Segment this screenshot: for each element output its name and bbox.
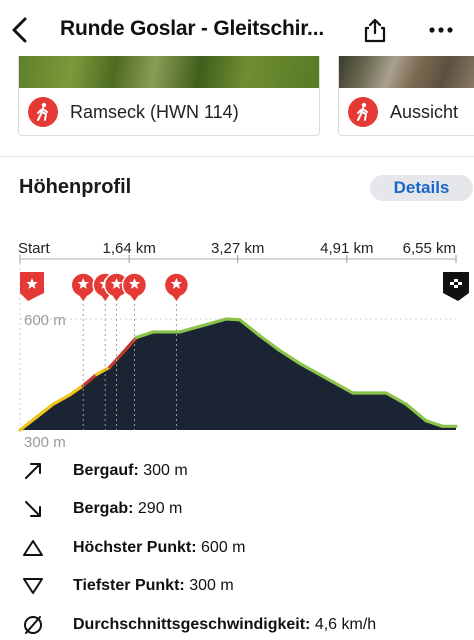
stat-value: 600 m: [201, 539, 246, 556]
stat-label: Tiefster Punkt:: [73, 577, 185, 594]
stat-label: Durchschnittsgeschwindigkeit:: [73, 616, 311, 633]
x-tick-label: 6,55 km: [403, 240, 456, 257]
average-icon: [20, 612, 46, 638]
finish-flag-check: [450, 285, 454, 288]
elevation-line-segment: [224, 317, 242, 322]
poi-card-row: Ramseck (HWN 114): [19, 88, 319, 135]
stat-label: Bergauf:: [73, 462, 139, 479]
stat-descent: Bergab: 290 m: [0, 492, 474, 526]
finish-flag-check: [458, 279, 462, 282]
waypoint-marker-tail: [129, 294, 140, 301]
triangle-down-icon: [20, 573, 46, 599]
details-button[interactable]: Details: [370, 175, 473, 201]
top-bar: Runde Goslar - Gleitschir...: [0, 0, 474, 58]
share-button[interactable]: [360, 14, 390, 46]
x-tick-label: 1,64 km: [102, 240, 155, 257]
stat-value: 300 m: [189, 577, 234, 594]
stat-text: Bergauf: 300 m: [73, 462, 188, 480]
stat-text: Bergab: 290 m: [73, 500, 182, 518]
arrow-up-right-icon: [20, 458, 46, 484]
page-title: Runde Goslar - Gleitschir...: [60, 17, 324, 40]
arrow-down-right-icon: [20, 496, 46, 522]
y-label-min: 300 m: [24, 434, 66, 451]
y-label-max: 600 m: [24, 312, 66, 329]
x-tick-label: Start: [18, 240, 51, 257]
poi-card-label: Aussicht: [390, 101, 459, 122]
section-title: Höhenprofil: [19, 176, 132, 198]
stat-label: Bergab:: [73, 500, 134, 517]
more-button[interactable]: [424, 14, 458, 46]
waypoint-marker-tail: [111, 294, 122, 301]
poi-card-aussicht[interactable]: Aussicht: [338, 56, 474, 136]
poi-card-label: Ramseck (HWN 114): [70, 101, 239, 122]
stat-value: 290 m: [137, 500, 183, 517]
stat-ascent: Bergauf: 300 m: [0, 454, 474, 488]
stat-value: 4,6 km/h: [314, 616, 377, 633]
poi-card-ramseck[interactable]: Ramseck (HWN 114): [18, 56, 320, 136]
stat-label: Höchster Punkt:: [73, 539, 197, 556]
waypoint-marker-tail: [171, 294, 182, 301]
stat-lowest: Tiefster Punkt: 300 m: [0, 569, 474, 603]
stat-highest: Höchster Punkt: 600 m: [0, 531, 474, 565]
stat-text: Durchschnittsgeschwindigkeit: 4,6 km/h: [73, 616, 376, 634]
x-tick-label: 3,27 km: [211, 240, 264, 257]
elevation-area: [20, 319, 456, 430]
stat-text: Tiefster Punkt: 300 m: [73, 577, 234, 595]
poi-card-row: Aussicht: [339, 88, 474, 135]
hiking-pin-icon: [348, 97, 378, 127]
finish-flag-check: [450, 279, 454, 282]
poi-photo: [339, 56, 474, 88]
stat-text: Höchster Punkt: 600 m: [73, 539, 246, 557]
poi-photo: [19, 56, 319, 88]
finish-flag-check: [458, 285, 462, 288]
finish-flag-check: [454, 282, 458, 285]
back-button[interactable]: [6, 14, 34, 46]
more-horizontal-icon: [429, 27, 453, 33]
chevron-left-icon: [12, 17, 27, 43]
waypoint-marker-tail: [78, 294, 89, 301]
stat-value: 300 m: [143, 462, 188, 479]
stat-avg-speed: Durchschnittsgeschwindigkeit: 4,6 km/h: [0, 608, 474, 640]
triangle-up-icon: [20, 535, 46, 561]
hiking-pin-icon: [28, 97, 58, 127]
share-icon: [364, 18, 386, 43]
elevation-chart[interactable]: Start 1,64 km 3,27 km 4,91 km 6,55 km 600 m 30…: [0, 228, 474, 453]
x-tick-label: 4,91 km: [320, 240, 373, 257]
section-divider: [0, 156, 474, 157]
